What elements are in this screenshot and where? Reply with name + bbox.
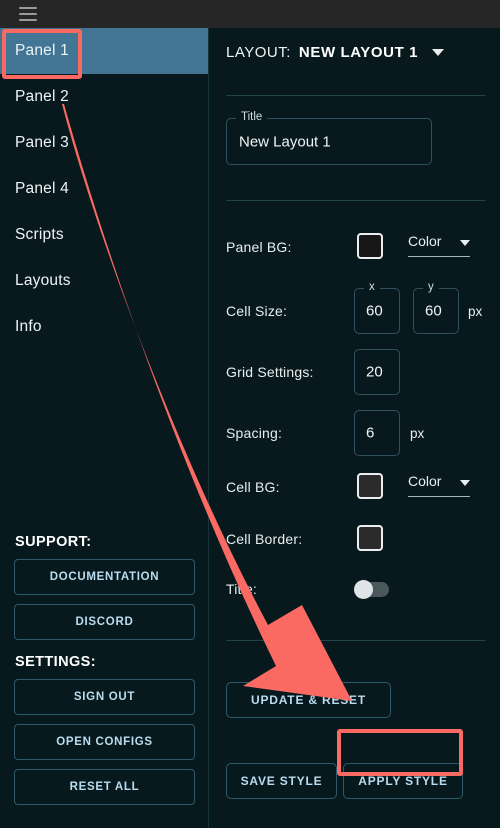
grid-settings-label: Grid Settings:: [226, 364, 314, 380]
sidebar-item-panel-4[interactable]: Panel 4: [0, 166, 208, 212]
cell-border-color-swatch[interactable]: [357, 525, 383, 551]
hamburger-menu-icon[interactable]: [19, 7, 37, 21]
cell-size-label: Cell Size:: [226, 303, 288, 319]
toggle-knob: [354, 580, 373, 599]
sidebar-item-panel-1[interactable]: Panel 1: [0, 28, 208, 74]
title-input-legend: Title: [236, 111, 268, 123]
grid-settings-value: 20: [366, 363, 383, 381]
sidebar-item-label: Panel 1: [15, 42, 69, 59]
spacing-value: 6: [366, 424, 375, 442]
chevron-down-icon: [460, 240, 470, 246]
title-toggle-label: Title:: [226, 581, 258, 597]
panel-bg-select-value: Color: [408, 233, 442, 249]
sidebar-bottom-section: SUPPORT: DOCUMENTATION DISCORD SETTINGS:…: [0, 520, 208, 828]
reset-all-button[interactable]: RESET ALL: [14, 769, 195, 805]
sidebar-item-label: Info: [15, 318, 42, 335]
grid-settings-input[interactable]: 20: [354, 349, 400, 395]
sidebar-item-label: Panel 4: [15, 180, 69, 197]
cell-bg-select-value: Color: [408, 473, 442, 489]
sidebar-item-info[interactable]: Info: [0, 304, 208, 350]
cell-size-x-value: 60: [366, 302, 383, 320]
cell-size-x-input[interactable]: x 60: [354, 281, 400, 334]
panel-bg-label: Panel BG:: [226, 239, 292, 255]
cell-size-y-input[interactable]: y 60: [413, 281, 459, 334]
chevron-down-icon: [460, 480, 470, 486]
sidebar-item-scripts[interactable]: Scripts: [0, 212, 208, 258]
hamburger-bar: [19, 13, 37, 15]
panel-bg-color-swatch[interactable]: [357, 233, 383, 259]
title-input-value: New Layout 1: [239, 133, 331, 150]
layout-settings-panel: LAYOUT: NEW LAYOUT 1 Title New Layout 1 …: [210, 28, 500, 828]
update-reset-button[interactable]: UPDATE & RESET: [226, 682, 391, 718]
sidebar-item-panel-3[interactable]: Panel 3: [0, 120, 208, 166]
sidebar-item-label: Panel 2: [15, 88, 69, 105]
spacing-unit: px: [410, 426, 425, 441]
layout-label: LAYOUT:: [226, 44, 291, 61]
cell-size-x-legend: x: [364, 281, 380, 293]
apply-style-button[interactable]: APPLY STYLE: [343, 763, 463, 799]
top-bar: [0, 0, 500, 28]
sidebar: Panel 1 Panel 2 Panel 3 Panel 4 Scripts …: [0, 28, 209, 828]
cell-border-label: Cell Border:: [226, 531, 303, 547]
divider-bottom: [226, 640, 485, 641]
sidebar-item-label: Panel 3: [15, 134, 69, 151]
spacing-input[interactable]: 6: [354, 410, 400, 456]
cell-bg-color-select[interactable]: Color: [408, 472, 470, 497]
divider-top: [226, 95, 485, 96]
sign-out-button[interactable]: SIGN OUT: [14, 679, 195, 715]
title-toggle-switch[interactable]: [354, 580, 389, 599]
panel-bg-color-select[interactable]: Color: [408, 232, 470, 257]
layout-value: NEW LAYOUT 1: [298, 44, 419, 61]
sidebar-item-label: Scripts: [15, 226, 64, 243]
save-style-button[interactable]: SAVE STYLE: [226, 763, 337, 799]
sidebar-item-label: Layouts: [15, 272, 71, 289]
cell-size-y-legend: y: [423, 281, 439, 293]
documentation-button[interactable]: DOCUMENTATION: [14, 559, 195, 595]
chevron-down-icon[interactable]: [432, 49, 445, 56]
settings-heading: SETTINGS:: [15, 654, 96, 670]
discord-button[interactable]: DISCORD: [14, 604, 195, 640]
open-configs-button[interactable]: OPEN CONFIGS: [14, 724, 195, 760]
divider-middle: [226, 200, 485, 201]
app-root: Panel 1 Panel 2 Panel 3 Panel 4 Scripts …: [0, 0, 500, 828]
layout-selector[interactable]: LAYOUT: NEW LAYOUT 1: [226, 44, 445, 61]
spacing-label: Spacing:: [226, 425, 283, 441]
sidebar-item-layouts[interactable]: Layouts: [0, 258, 208, 304]
title-input[interactable]: Title New Layout 1: [226, 111, 432, 165]
hamburger-bar: [19, 7, 37, 9]
hamburger-bar: [19, 19, 37, 21]
cell-bg-color-swatch[interactable]: [357, 473, 383, 499]
cell-size-y-value: 60: [425, 302, 442, 320]
cell-bg-label: Cell BG:: [226, 479, 280, 495]
sidebar-item-panel-2[interactable]: Panel 2: [0, 74, 208, 120]
cell-size-unit: px: [468, 304, 483, 319]
support-heading: SUPPORT:: [15, 534, 92, 550]
